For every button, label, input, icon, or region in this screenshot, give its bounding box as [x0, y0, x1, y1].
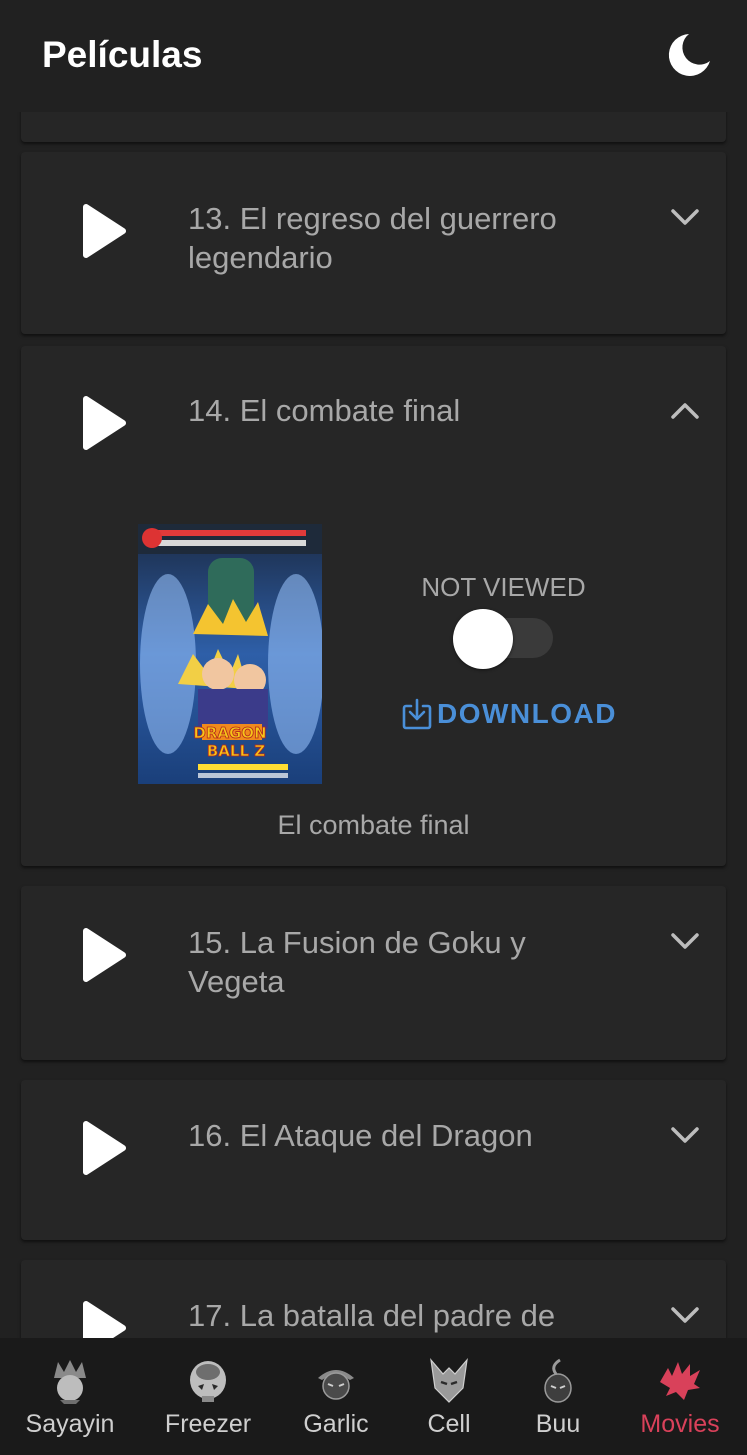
- nav-label: Cell: [427, 1410, 471, 1438]
- movie-card-14[interactable]: 14. El combate final DRAGON BALL Z NOT V…: [21, 346, 726, 866]
- nav-item-buu[interactable]: Buu: [498, 1338, 618, 1455]
- cell-icon: [430, 1358, 468, 1403]
- chevron-up-icon[interactable]: [669, 401, 701, 421]
- nav-label: Garlic: [303, 1410, 369, 1438]
- poster-logo-line2: BALL Z: [207, 742, 265, 760]
- download-icon: [402, 698, 432, 730]
- buu-icon: [544, 1358, 572, 1403]
- movie-card-17[interactable]: 17. La batalla del padre de: [21, 1260, 726, 1338]
- dark-mode-moon-icon[interactable]: [664, 30, 714, 80]
- movie-title: 16. El Ataque del Dragon: [188, 1118, 533, 1153]
- play-icon[interactable]: [80, 1301, 126, 1338]
- movie-list[interactable]: 13. El regreso del guerrero legendario 1…: [0, 112, 747, 1338]
- movie-card-16[interactable]: 16. El Ataque del Dragon: [21, 1080, 726, 1240]
- play-icon[interactable]: [80, 204, 126, 258]
- download-button[interactable]: DOWNLOAD: [401, 694, 617, 734]
- nav-item-cell[interactable]: Cell: [389, 1338, 509, 1455]
- play-icon[interactable]: [80, 1121, 126, 1175]
- viewed-toggle[interactable]: [451, 606, 555, 672]
- nav-label: Sayayin: [25, 1410, 115, 1438]
- movie-caption: El combate final: [277, 810, 470, 840]
- nav-item-movies[interactable]: Movies: [620, 1338, 740, 1455]
- toggle-thumb: [453, 609, 513, 669]
- poster-logo-line1: DRAGON: [193, 724, 266, 742]
- nav-label: Freezer: [164, 1410, 252, 1438]
- viewed-status-label: NOT VIEWED: [421, 572, 586, 602]
- saiyan-icon: [54, 1360, 86, 1404]
- movie-title: 13. El regreso del guerrero legendario: [188, 201, 557, 275]
- play-icon[interactable]: [80, 928, 126, 982]
- nav-label: Buu: [535, 1410, 581, 1438]
- chevron-down-icon[interactable]: [669, 1305, 701, 1325]
- nav-item-garlic[interactable]: Garlic: [276, 1338, 396, 1455]
- movie-poster[interactable]: DRAGON BALL Z: [138, 524, 322, 784]
- page-title: Películas: [42, 34, 203, 75]
- movie-title: 14. El combate final: [188, 393, 461, 428]
- movie-card-previous[interactable]: [21, 112, 726, 142]
- play-icon[interactable]: [80, 396, 126, 450]
- garlic-icon: [318, 1370, 354, 1400]
- nav-item-sayayin[interactable]: Sayayin: [10, 1338, 130, 1455]
- movie-title: 17. La batalla del padre de: [188, 1298, 556, 1333]
- app-bar: Películas: [0, 0, 747, 112]
- nav-label: Movies: [640, 1410, 720, 1438]
- chevron-down-icon[interactable]: [669, 207, 701, 227]
- bottom-navigation: Sayayin Freezer Garlic Cell Buu Movies: [0, 1338, 747, 1455]
- movies-icon: [660, 1362, 700, 1400]
- movie-card-15[interactable]: 15. La Fusion de Goku y Vegeta: [21, 886, 726, 1060]
- movie-title: 15. La Fusion de Goku y Vegeta: [188, 925, 526, 999]
- freezer-icon: [190, 1361, 226, 1402]
- movie-card-13[interactable]: 13. El regreso del guerrero legendario: [21, 152, 726, 334]
- nav-item-freezer[interactable]: Freezer: [148, 1338, 268, 1455]
- download-label: DOWNLOAD: [437, 698, 617, 729]
- chevron-down-icon[interactable]: [669, 931, 701, 951]
- chevron-down-icon[interactable]: [669, 1125, 701, 1145]
